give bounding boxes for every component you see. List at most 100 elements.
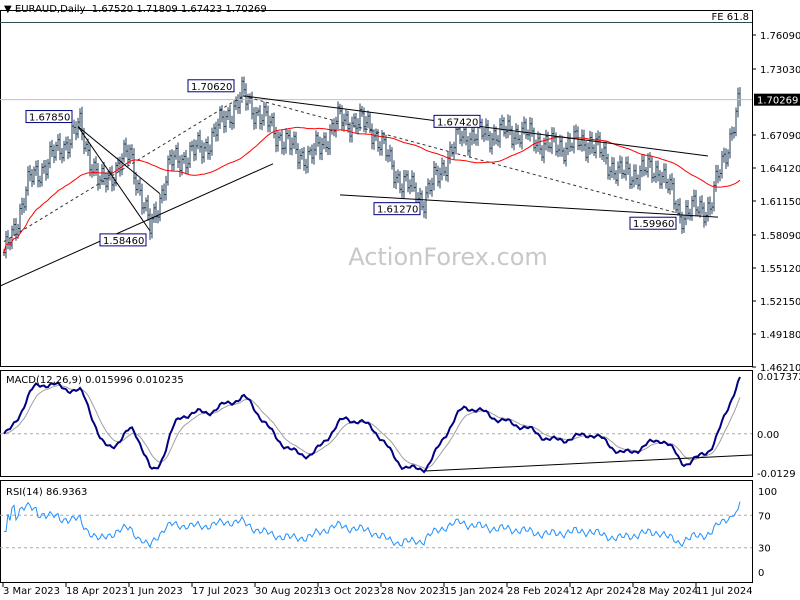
price-bar [279,131,281,141]
price-bar [715,164,717,192]
macd-tick-label: -0.0129 [757,469,796,480]
price-bar [647,153,649,178]
price-bar [567,131,569,156]
price-bar [689,208,691,221]
price-bar [483,127,485,142]
price-bar [205,138,207,152]
price-bar [51,139,53,158]
date-label: 13 Oct 2023 [318,586,380,597]
price-bar [467,135,469,156]
price-bar [285,127,287,154]
price-bar [93,158,95,177]
price-bar [359,103,361,131]
price-bar [251,91,253,120]
price-bar [347,110,349,133]
macd-tick-label: 0.017372 [757,372,800,383]
price-bar [265,102,267,117]
price-bar [629,163,631,190]
price-bar [27,166,29,196]
price-bar [99,175,101,189]
price-bar [141,183,143,215]
price-bar [215,121,217,142]
price-bar [633,164,635,188]
price-bar [675,200,677,214]
price-bar [525,118,527,139]
price-bar [601,148,603,160]
dropdown-triangle-icon[interactable]: ▼ [4,4,12,15]
price-bar [737,87,739,118]
price-bar [687,200,689,220]
price-bar [573,125,575,154]
price-bar [287,129,289,140]
price-bar [439,167,441,189]
price-bar [225,110,227,133]
price-bar [73,119,75,134]
macd-tick-label: 0.00 [757,430,779,441]
price-bar [91,164,93,178]
price-bar [719,169,721,182]
price-bar [425,186,427,219]
price-bar [257,107,259,117]
price-bar [493,124,495,146]
price-bar [699,196,701,218]
price-bar [499,118,501,148]
price-bar [469,132,471,158]
price-bar [331,119,333,135]
price-bar [503,117,505,137]
price-bar [529,117,531,142]
price-bar [333,118,335,137]
price-bar [211,127,213,156]
price-bar [61,147,63,164]
macd-trendline [424,454,753,472]
price-bar [291,137,293,156]
price-bar [131,144,133,160]
date-label: 17 Jul 2023 [192,586,249,597]
price-bar [201,140,203,164]
price-bar [323,132,325,150]
price-bar [23,197,25,213]
price-bar [375,128,377,142]
price-bar [145,197,147,212]
price-bar [541,145,543,162]
price-bar [47,158,49,179]
date-label: 3 Mar 2023 [3,586,60,597]
price-bar [497,135,499,147]
price-bar [177,142,179,168]
price-bar [283,141,285,156]
fe-61-8-label: FE 61.8 [711,12,749,23]
price-bar [703,202,705,228]
price-bar [623,169,625,179]
price-label: 1.70620 [191,82,232,93]
price-bar [711,202,713,215]
price-bar [631,176,633,189]
price-bar [43,159,45,174]
price-bar [281,129,283,155]
price-bar [551,127,553,155]
price-bar [669,174,671,195]
price-bar [581,129,583,152]
price-bar [253,107,255,130]
price-bar [521,121,523,150]
fib-dashed-line [242,95,681,215]
price-bar [473,127,475,144]
price-bar [239,91,241,115]
price-bar [531,117,533,137]
price-bar [351,116,353,143]
price-bar [33,166,35,185]
price-bar [159,193,161,222]
price-bar [179,155,181,178]
price-bar [723,147,725,163]
price-bar [13,218,15,237]
price-bar [125,137,127,158]
price-bar [533,127,535,152]
price-bar [273,112,275,139]
price-bar [561,135,563,157]
price-bar [213,123,215,137]
price-bar [59,132,61,161]
price-bar [539,132,541,155]
price-bar [373,129,375,150]
price-bar [203,142,205,163]
price-bar [329,124,331,155]
price-bar [243,76,245,95]
price-bar [571,142,573,152]
